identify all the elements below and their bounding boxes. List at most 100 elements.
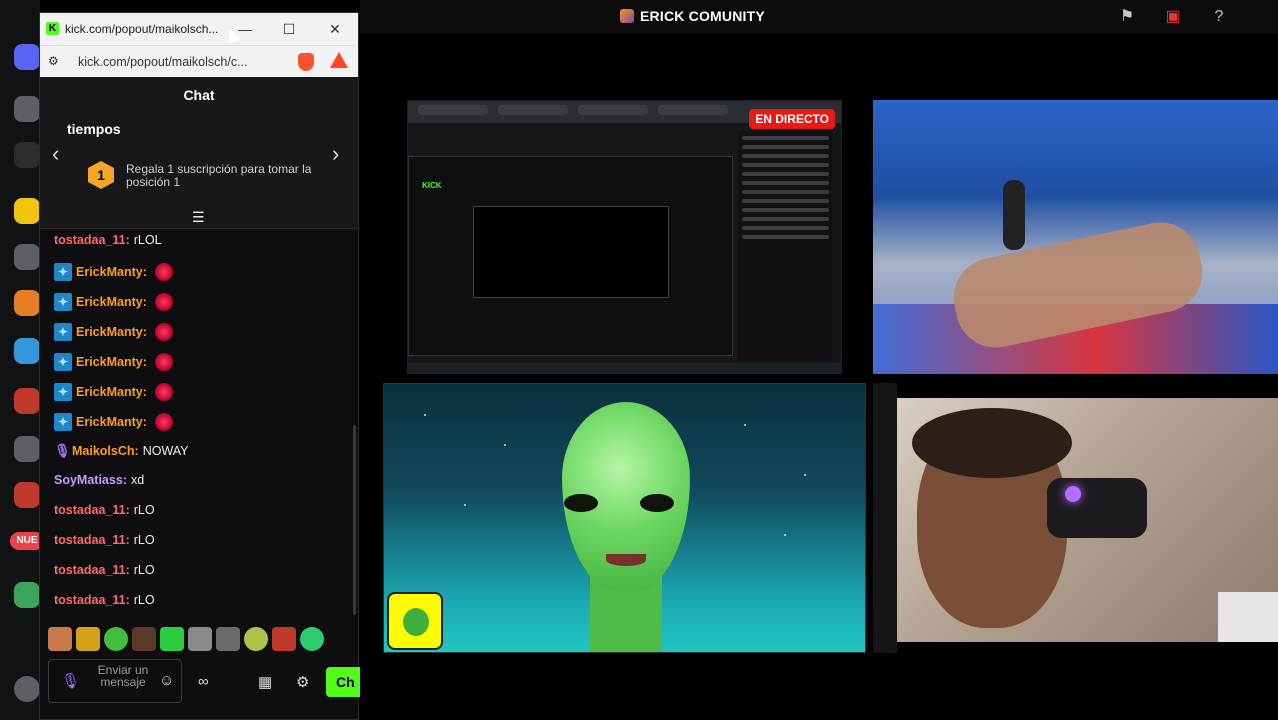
keyboard (1218, 592, 1278, 642)
chat-username[interactable]: ErickManty: (76, 385, 147, 399)
subscriber-badge-icon: ✦ (54, 353, 72, 371)
emote[interactable] (216, 627, 240, 651)
chat-message-text: rLO (133, 503, 155, 517)
subscriber-badge-icon: ✦ (54, 413, 72, 431)
chat-message: tostadaa_11: rLO (54, 593, 155, 607)
rank-badge: 1 (88, 161, 114, 189)
url-text[interactable]: kick.com/popout/maikolsch/c... (78, 55, 248, 69)
server-icon[interactable] (14, 436, 40, 462)
chevron-right-icon[interactable]: › (332, 141, 339, 167)
alien-filter-tile[interactable] (383, 383, 866, 653)
server-icon-home[interactable] (14, 44, 40, 70)
infinity-icon[interactable]: ∞ (198, 673, 209, 690)
snapcode-icon (387, 592, 443, 650)
chat-message: ✦ ErickManty: (54, 293, 173, 311)
close-icon[interactable]: ✕ (324, 19, 346, 39)
tile-divider (873, 383, 897, 653)
emote[interactable] (188, 627, 212, 651)
inner-taskbar (408, 363, 841, 373)
mic-light (1065, 486, 1081, 502)
send-button[interactable]: Ch (326, 667, 360, 697)
brave-rewards-icon[interactable] (330, 52, 348, 68)
emote[interactable] (132, 627, 156, 651)
screen-icon[interactable]: ▣ (1162, 6, 1184, 28)
chat-username[interactable]: tostadaa_11: (54, 563, 130, 577)
gear-icon[interactable]: ⚙ (296, 673, 309, 691)
chevron-left-icon[interactable]: ‹ (52, 141, 59, 167)
chat-message: ✦ ErickManty: (54, 263, 173, 281)
server-icon[interactable] (14, 338, 40, 364)
emote[interactable] (160, 627, 184, 651)
channel-title-text: ERICK COMUNITY (640, 8, 765, 24)
chat-username[interactable]: ErickManty: (76, 295, 147, 309)
chat-username[interactable]: ErickManty: (76, 325, 147, 339)
filter-icon[interactable]: ☰ (192, 209, 205, 226)
inner-kick-logo: KICK (422, 181, 442, 190)
chat-message-text: xd (130, 473, 145, 487)
store-icon[interactable]: ▦ (258, 673, 272, 691)
chat-username[interactable]: tostadaa_11: (54, 233, 130, 247)
webcam-tile-bed[interactable] (873, 100, 1278, 374)
chat-username[interactable]: ErickManty: (76, 415, 147, 429)
chat-message-text: rLO (133, 563, 155, 577)
chat-username[interactable]: tostadaa_11: (54, 593, 130, 607)
subscriber-badge-icon: ✦ (54, 263, 72, 281)
emote[interactable] (76, 627, 100, 651)
help-icon[interactable]: ? (1208, 6, 1230, 28)
chat-message-text: rLO (133, 533, 155, 547)
server-icon[interactable] (14, 142, 40, 168)
live-badge: EN DIRECTO (749, 109, 835, 129)
chat-username[interactable]: ErickManty: (76, 355, 147, 369)
promo-heading: tiempos (67, 121, 121, 137)
chat-message-text: rLOL (133, 233, 162, 247)
kick-favicon-icon: K (46, 22, 59, 35)
chat-username[interactable]: tostadaa_11: (54, 533, 130, 547)
emote[interactable] (244, 627, 268, 651)
server-icon[interactable] (14, 244, 40, 270)
emote-icon (154, 263, 173, 281)
maximize-icon[interactable]: ☐ (278, 19, 300, 39)
chat-scrollbar[interactable] (353, 425, 356, 615)
stream-topbar: ERICK COMUNITY ⚑ ▣ ? (360, 0, 1278, 34)
user-avatar[interactable] (14, 676, 40, 702)
chat-message-text: rLO (133, 593, 155, 607)
chat-username[interactable]: ErickManty: (76, 265, 147, 279)
chat-input-placeholder: Enviar un mensaje (97, 663, 149, 689)
chat-message: ✦ ErickManty: (54, 353, 173, 371)
smile-icon[interactable]: ☺ (159, 672, 174, 689)
subscriber-badge-icon: ✦ (54, 293, 72, 311)
chat-username[interactable]: MaikolsCh: (72, 444, 139, 458)
server-icon[interactable] (14, 198, 40, 224)
server-icon[interactable] (14, 290, 40, 316)
chat-header: Chat (40, 77, 358, 113)
brave-shield-icon[interactable] (298, 53, 314, 71)
server-icon[interactable] (14, 96, 40, 122)
window-titlebar[interactable]: K kick.com/popout/maikolsch... — ☐ ✕ (40, 13, 358, 45)
emote[interactable] (104, 627, 128, 651)
server-icon[interactable] (14, 482, 40, 508)
emote-icon (154, 293, 173, 311)
emote[interactable] (48, 627, 72, 651)
popout-chat-window[interactable]: K kick.com/popout/maikolsch... — ☐ ✕ ⚙ k… (39, 12, 360, 720)
screen-share-tile[interactable]: KICK EN DIRECTO (407, 100, 842, 374)
person-hair (912, 408, 1072, 478)
chat-username[interactable]: tostadaa_11: (54, 503, 130, 517)
chat-message: tostadaa_11: rLO (54, 533, 155, 547)
chat-message: tostadaa_11: rLO (54, 503, 155, 517)
subscriber-badge-icon: ✦ (54, 383, 72, 401)
microphone (1047, 478, 1147, 538)
emote[interactable] (272, 627, 296, 651)
webcam-tile-mic[interactable] (897, 398, 1278, 642)
address-bar[interactable]: ⚙ kick.com/popout/maikolsch/c... (40, 45, 358, 77)
chat-username[interactable]: SoyMatiass: (54, 473, 127, 487)
promo-text: Regala 1 suscripción para tomar la posic… (126, 162, 312, 189)
alien-mouth (606, 554, 646, 566)
site-settings-icon[interactable]: ⚙ (48, 54, 59, 68)
emote-icon (154, 323, 173, 341)
server-icon[interactable] (14, 388, 40, 414)
flag-icon[interactable]: ⚑ (1116, 6, 1138, 28)
mic-icon[interactable]: 🎙 (61, 672, 80, 690)
chat-input[interactable]: 🎙 Enviar un mensaje ☺ (48, 659, 182, 703)
server-icon[interactable] (14, 582, 40, 608)
emote[interactable] (300, 627, 324, 651)
